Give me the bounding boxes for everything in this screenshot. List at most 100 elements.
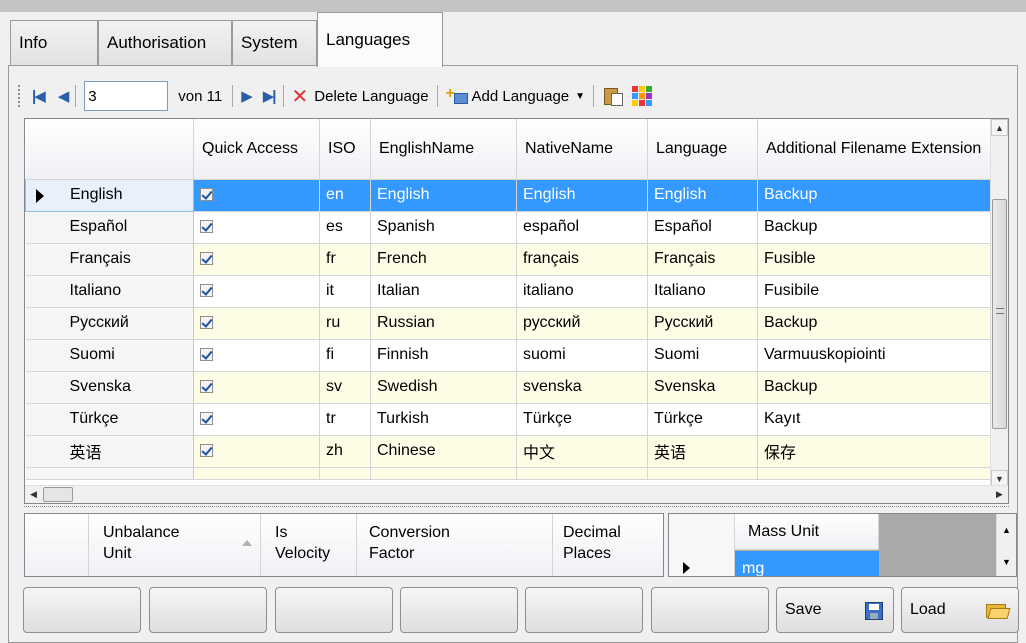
scroll-thumb[interactable] [992,199,1007,429]
quick-access-cell[interactable] [193,307,320,340]
mass-grid-scrollbar[interactable]: ▲ ▼ [996,514,1016,576]
filename-extension-cell[interactable]: Kayıt [757,403,993,436]
iso-cell[interactable]: fr [319,243,371,276]
move-last-button[interactable]: ▶| [259,82,279,110]
native-name-cell[interactable]: español [516,211,648,244]
grid-horizontal-scrollbar[interactable]: ◀ ▶ [25,485,1008,503]
column-header-decimal-places[interactable]: Decimal Places [553,514,663,576]
filename-extension-cell[interactable]: Backup [757,307,993,340]
grid-cell[interactable] [647,467,758,480]
english-name-cell[interactable]: French [370,243,517,276]
corner-header[interactable] [25,119,194,180]
filename-extension-cell[interactable]: Varmuuskopiointi [757,339,993,372]
english-name-cell[interactable]: Chinese [370,435,517,468]
english-name-cell[interactable]: Turkish [370,403,517,436]
native-name-cell[interactable]: Türkçe [516,403,648,436]
quick-access-cell[interactable] [193,403,320,436]
move-next-button[interactable]: ▶ [237,82,255,110]
quick-access-checkbox[interactable] [200,188,213,202]
quick-access-checkbox[interactable] [200,220,213,234]
row-header[interactable]: Español [25,211,194,244]
grid-cell[interactable] [757,467,993,480]
chevron-down-icon[interactable]: ▼ [575,91,585,102]
language-cell[interactable]: Русский [647,307,758,340]
column-header-conversion-factor[interactable]: Conversion Factor [357,514,553,576]
save-button[interactable]: Save [776,587,894,633]
native-name-cell[interactable]: suomi [516,339,648,372]
iso-cell[interactable]: tr [319,403,371,436]
position-input[interactable] [84,81,169,111]
splitter[interactable] [24,506,1009,512]
column-header-quick-access[interactable]: Quick Access [193,119,320,180]
language-cell[interactable]: Suomi [647,339,758,372]
column-header-unbalance-unit[interactable]: Unbalance Unit [89,514,261,576]
language-cell[interactable]: Svenska [647,371,758,404]
mass-unit-cell[interactable]: mg [735,551,879,576]
grid-cell[interactable] [370,467,517,480]
table-row[interactable]: Türkçe tr Turkish Türkçe Türkçe Kayıt [25,403,993,436]
quick-access-cell[interactable] [193,275,320,308]
language-cell[interactable]: Türkçe [647,403,758,436]
english-name-cell[interactable]: Russian [370,307,517,340]
move-previous-button[interactable]: ◀ [54,82,72,110]
empty-button-4[interactable] [400,587,518,633]
grid-cell[interactable] [516,467,648,480]
quick-access-checkbox[interactable] [200,444,213,458]
native-name-cell[interactable]: 中文 [516,435,648,468]
scroll-down-icon[interactable]: ▼ [997,546,1016,576]
native-name-cell[interactable]: français [516,243,648,276]
language-cell[interactable]: Italiano [647,275,758,308]
table-row[interactable]: Svenska sv Swedish svenska Svenska Backup [25,371,993,404]
table-row-partial[interactable] [25,467,993,480]
iso-cell[interactable]: fi [319,339,371,372]
move-first-button[interactable]: |◀ [28,82,48,110]
quick-access-cell[interactable] [193,339,320,372]
tab-system[interactable]: System [232,20,317,66]
column-header-nativename[interactable]: NativeName [516,119,648,180]
english-name-cell[interactable]: Spanish [370,211,517,244]
table-row[interactable]: Français fr French français Français Fusible [25,243,993,276]
mass-grid-corner[interactable] [669,514,735,576]
quick-access-cell[interactable] [193,179,320,212]
empty-button-6[interactable] [651,587,769,633]
load-button[interactable]: Load [901,587,1019,633]
row-header[interactable]: Italiano [25,275,194,308]
filename-extension-cell[interactable]: Fusible [757,243,993,276]
quick-access-checkbox[interactable] [200,412,213,426]
delete-language-button[interactable]: ✕ Delete Language [288,82,433,110]
table-row[interactable]: Русский ru Russian русский Русский Backup [25,307,993,340]
row-header[interactable]: Svenska [25,371,194,404]
column-header-iso[interactable]: ISO [319,119,371,180]
iso-cell[interactable]: zh [319,435,371,468]
empty-button-2[interactable] [149,587,267,633]
row-header[interactable] [25,467,194,480]
iso-cell[interactable]: en [319,179,371,212]
column-header-englishname[interactable]: EnglishName [370,119,517,180]
row-header[interactable]: Suomi [25,339,194,372]
column-header-is-velocity[interactable]: Is Velocity [261,514,357,576]
iso-cell[interactable]: it [319,275,371,308]
row-header[interactable]: Français [25,243,194,276]
language-cell[interactable]: English [647,179,758,212]
quick-access-cell[interactable] [193,371,320,404]
filename-extension-cell[interactable]: Backup [757,211,993,244]
grid-vertical-scrollbar[interactable]: ▲ ▼ [990,119,1008,487]
scroll-left-icon[interactable]: ◀ [25,486,42,503]
table-row[interactable]: 英语 zh Chinese 中文 英语 保存 [25,435,993,468]
row-header[interactable]: 英语 [25,435,194,468]
empty-button-5[interactable] [525,587,643,633]
column-header-mass-unit[interactable]: Mass Unit [735,514,879,550]
paste-button[interactable] [598,82,628,110]
row-header[interactable]: Русский [25,307,194,340]
quick-access-checkbox[interactable] [200,348,213,362]
quick-access-checkbox[interactable] [200,252,213,266]
filename-extension-cell[interactable]: 保存 [757,435,993,468]
scroll-right-icon[interactable]: ▶ [991,486,1008,503]
english-name-cell[interactable]: Italian [370,275,517,308]
filename-extension-cell[interactable]: Fusibile [757,275,993,308]
quick-access-checkbox[interactable] [200,284,213,298]
scroll-up-icon[interactable]: ▲ [991,119,1008,136]
iso-cell[interactable]: ru [319,307,371,340]
quick-access-cell[interactable] [193,435,320,468]
iso-cell[interactable]: sv [319,371,371,404]
